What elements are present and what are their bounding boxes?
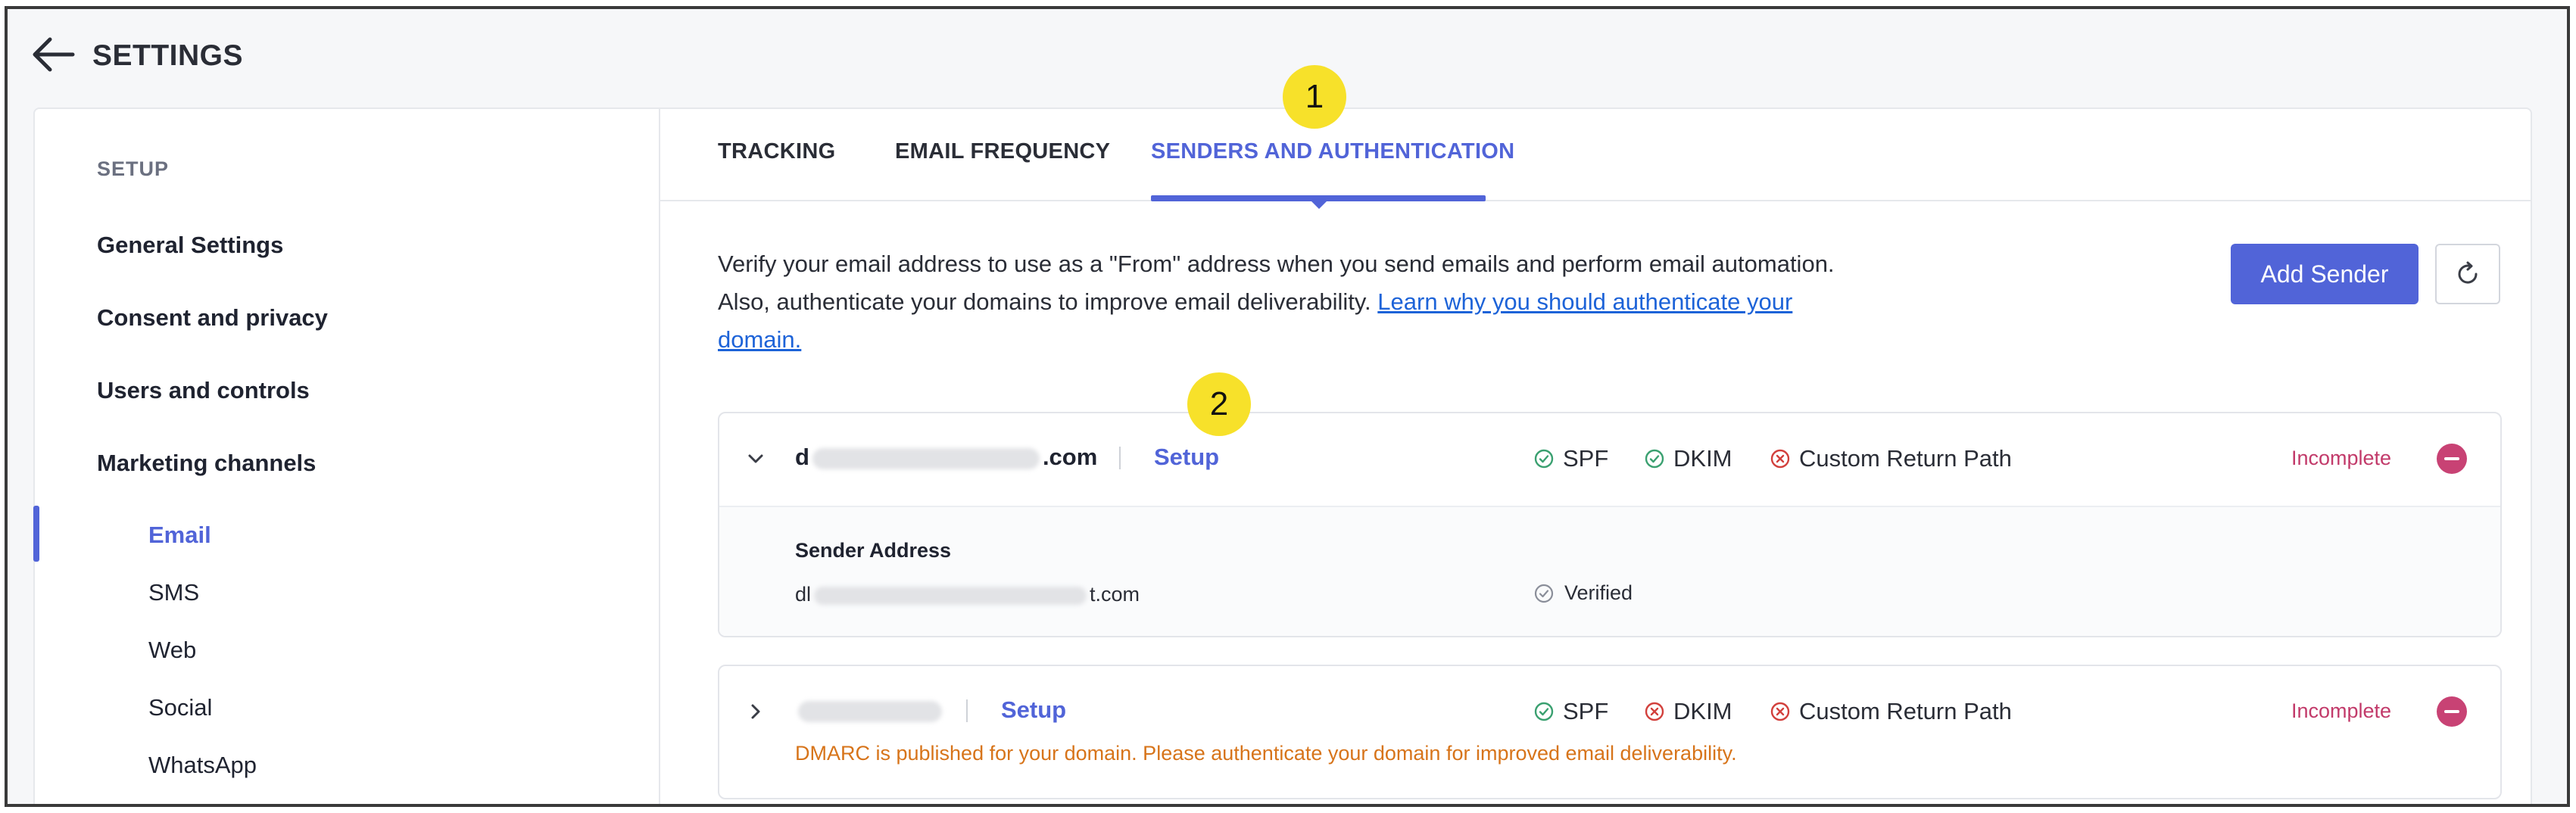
status-badge: Incomplete: [2291, 699, 2392, 722]
status-badge: Incomplete: [2291, 447, 2392, 469]
address-suffix: t.com: [1090, 583, 1140, 606]
dkim-check: DKIM: [1645, 445, 1732, 472]
address-prefix: dl: [795, 583, 812, 606]
back-arrow-icon[interactable]: [30, 35, 76, 74]
annotation-marker-2: 2: [1187, 372, 1251, 436]
sidebar-item-general-settings[interactable]: General Settings: [97, 232, 283, 259]
x-circle-icon: [1770, 702, 1790, 721]
x-circle-icon: [1645, 702, 1664, 721]
check-label: Custom Return Path: [1799, 445, 2012, 472]
setup-link[interactable]: Setup: [1001, 696, 1066, 724]
check-circle-icon: [1645, 449, 1664, 469]
tab-tracking[interactable]: TRACKING: [718, 139, 835, 164]
sender-address-value: dl t.com: [795, 583, 1140, 606]
separator: [966, 699, 968, 722]
check-label: DKIM: [1673, 445, 1732, 472]
page-title: SETTINGS: [92, 39, 244, 72]
spf-check: SPF: [1534, 445, 1608, 472]
annotation-marker-1: 1: [1283, 65, 1346, 129]
main-panel: TRACKING EMAIL FREQUENCY SENDERS AND AUT…: [660, 65, 2531, 804]
active-indicator: [33, 506, 39, 562]
description: Verify your email address to use as a "F…: [718, 245, 1838, 359]
verified-label: Verified: [1564, 581, 1633, 604]
setup-link[interactable]: Setup: [1154, 444, 1219, 471]
sidebar-item-marketing-channels[interactable]: Marketing channels: [97, 450, 316, 477]
sender-card: d .com Setup SPF DKIM Custom Return Path…: [718, 412, 2502, 637]
dkim-check: DKIM: [1645, 698, 1732, 725]
chevron-down-icon[interactable]: [745, 448, 766, 469]
active-tab-caret: [1311, 201, 1327, 209]
sender-card: Setup SPF DKIM Custom Return Path Incomp…: [718, 665, 2502, 799]
check-circle-icon: [1534, 584, 1554, 603]
sidebar-item-social[interactable]: Social: [148, 694, 212, 721]
sidebar-item-whatsapp[interactable]: WhatsApp: [148, 752, 257, 779]
tab-email-frequency[interactable]: EMAIL FREQUENCY: [895, 139, 1110, 164]
tab-senders-and-authentication[interactable]: SENDERS AND AUTHENTICATION: [1151, 139, 1514, 164]
description-line-1: Verify your email address to use as a "F…: [718, 251, 1835, 277]
refresh-button[interactable]: [2435, 244, 2500, 304]
sender-domain: d .com: [795, 444, 1097, 471]
sender-row-header: d .com Setup SPF DKIM Custom Return Path…: [719, 413, 2500, 506]
sidebar-item-email[interactable]: Email: [148, 522, 211, 549]
sidebar-item-sms[interactable]: SMS: [148, 579, 199, 606]
check-circle-icon: [1534, 702, 1554, 721]
sidebar-item-users-and-controls[interactable]: Users and controls: [97, 377, 310, 404]
sender-detail: Sender Address dl t.com Verified: [719, 506, 2500, 636]
sender-address-label: Sender Address: [795, 539, 952, 562]
tab-bar: TRACKING EMAIL FREQUENCY SENDERS AND AUT…: [660, 109, 2531, 209]
domain-prefix: d: [795, 444, 809, 470]
check-label: DKIM: [1673, 698, 1732, 724]
check-label: SPF: [1563, 445, 1609, 472]
redacted-text: [812, 447, 1040, 469]
dmarc-warning: DMARC is published for your domain. Plea…: [795, 742, 1737, 765]
minus-icon: [2444, 457, 2459, 460]
chevron-right-icon[interactable]: [745, 701, 766, 722]
active-tab-underline: [1151, 195, 1486, 201]
description-line-2: Also, authenticate your domains to impro…: [718, 288, 1371, 315]
minus-icon: [2444, 710, 2459, 713]
sidebar-section-label: SETUP: [97, 157, 170, 180]
spf-check: SPF: [1534, 698, 1608, 725]
settings-window: SETTINGS SETUP General Settings Consent …: [5, 6, 2570, 807]
settings-card: SETUP General Settings Consent and priva…: [33, 65, 2532, 804]
custom-return-path-check: Custom Return Path: [1770, 698, 2012, 725]
sidebar: SETUP General Settings Consent and priva…: [33, 109, 660, 804]
custom-return-path-check: Custom Return Path: [1770, 445, 2012, 472]
add-sender-button[interactable]: Add Sender: [2231, 244, 2419, 304]
redacted-text: [814, 586, 1087, 605]
sidebar-item-consent-and-privacy[interactable]: Consent and privacy: [97, 304, 328, 332]
check-label: Custom Return Path: [1799, 698, 2012, 724]
check-circle-icon: [1534, 449, 1554, 469]
x-circle-icon: [1770, 449, 1790, 469]
domain-suffix: .com: [1042, 444, 1098, 470]
sender-domain: [795, 696, 945, 724]
remove-button[interactable]: [2437, 444, 2467, 474]
check-label: SPF: [1563, 698, 1609, 724]
separator: [1119, 447, 1121, 469]
redacted-text: [798, 700, 942, 722]
verified-status: Verified: [1534, 581, 1633, 605]
refresh-icon: [2458, 261, 2478, 284]
remove-button[interactable]: [2437, 696, 2467, 727]
sidebar-item-web[interactable]: Web: [148, 637, 196, 664]
